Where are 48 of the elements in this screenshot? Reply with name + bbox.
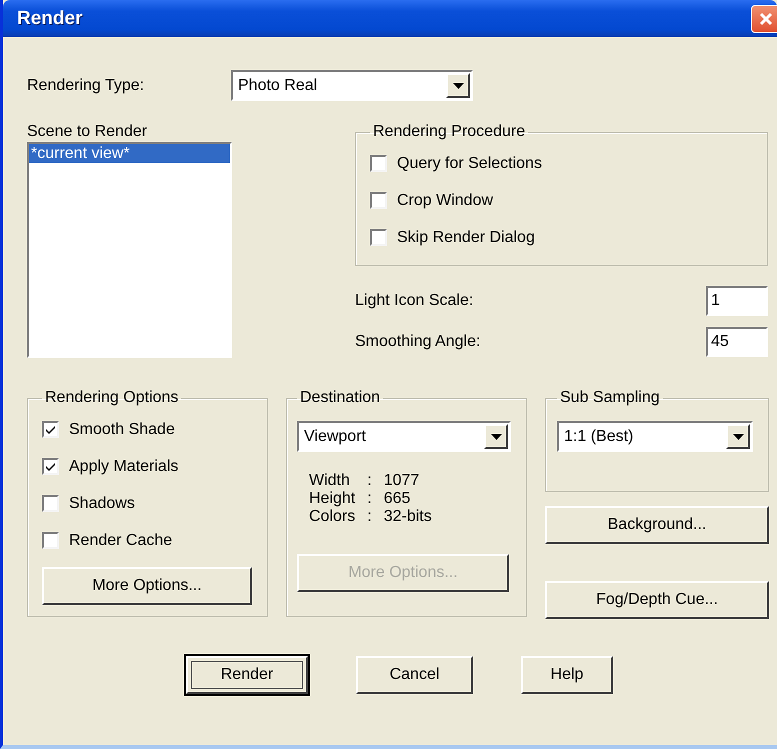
field-label: Smoothing Angle:: [355, 332, 480, 350]
info-value: 1077: [384, 472, 420, 490]
more-options-button[interactable]: More Options...: [42, 567, 252, 605]
info-label: Height: [309, 490, 356, 508]
caret-icon: [490, 434, 502, 440]
info-label: Colors: [309, 508, 356, 526]
caret-icon: [452, 82, 464, 88]
list-label: Scene to Render: [27, 123, 148, 141]
checkmark-icon: [45, 462, 56, 472]
group-title: Sub Sampling: [559, 389, 661, 407]
list-item[interactable]: *current view*: [29, 144, 230, 163]
checkmark-icon: [45, 424, 56, 434]
dialog-button[interactable]: Help: [521, 656, 613, 694]
checkbox[interactable]: Apply Materials: [42, 448, 267, 485]
checkbox[interactable]: Crop Window: [370, 182, 767, 219]
close-icon: [759, 12, 773, 26]
group-title: Destination: [299, 389, 382, 407]
info-label: Width: [309, 472, 351, 490]
info-value: 665: [384, 490, 412, 508]
window-title: Render: [17, 8, 82, 30]
group-title: Rendering Options: [44, 389, 180, 407]
caret-icon: [732, 434, 744, 440]
sub-sampling-dropdown[interactable]: 1:1 (Best): [557, 421, 753, 452]
rendering-type-dropdown[interactable]: Photo Real: [231, 70, 473, 101]
checkbox[interactable]: Smooth Shade: [42, 411, 267, 448]
dropdown-button[interactable]: [726, 424, 750, 449]
checkbox[interactable]: Skip Render Dialog: [370, 219, 767, 256]
close-button[interactable]: [751, 4, 777, 32]
info-separator: :: [367, 508, 372, 526]
input-field[interactable]: 1: [706, 286, 768, 316]
dialog-button[interactable]: Fog/Depth Cue...: [545, 581, 769, 619]
input-field[interactable]: 45: [706, 326, 768, 356]
checkbox[interactable]: Shadows: [42, 485, 267, 522]
checkbox[interactable]: Query for Selections: [370, 145, 767, 182]
info-value: 32-bits: [384, 508, 433, 526]
field-label: Rendering Type:: [27, 76, 146, 94]
dropdown-button[interactable]: [446, 73, 470, 98]
dialog-button[interactable]: Render: [186, 656, 308, 694]
checkbox[interactable]: Render Cache: [42, 522, 267, 559]
group-title: Rendering Procedure: [372, 123, 526, 141]
info-separator: :: [367, 490, 372, 508]
dropdown-button[interactable]: [484, 424, 508, 449]
destination-dropdown[interactable]: Viewport: [297, 421, 511, 452]
dialog-button[interactable]: Cancel: [356, 656, 473, 694]
field-label: Light Icon Scale:: [355, 292, 474, 310]
dialog-button[interactable]: Background...: [545, 506, 769, 544]
info-separator: :: [367, 472, 372, 490]
scene-list[interactable]: *current view*: [27, 142, 232, 358]
